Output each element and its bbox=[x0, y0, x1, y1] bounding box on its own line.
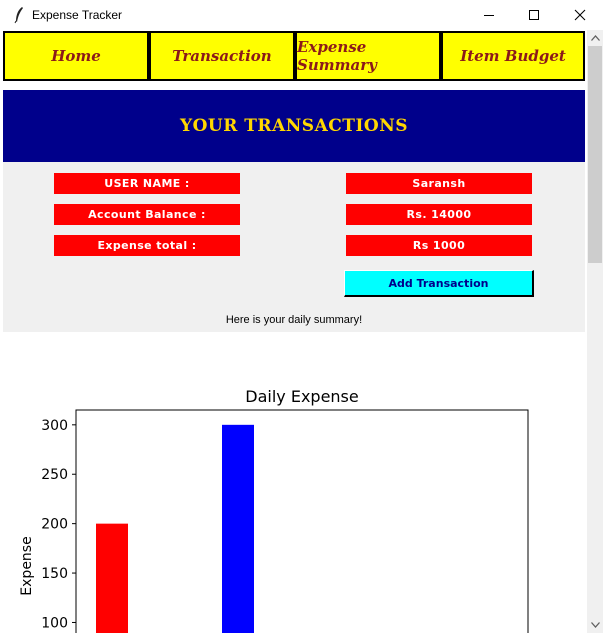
minimize-icon bbox=[484, 15, 494, 16]
page-banner: YOUR TRANSACTIONS bbox=[3, 90, 585, 162]
daily-expense-chart: Daily Expense 100 150 200 250 300 Expense bbox=[0, 332, 587, 633]
app-client-area: Home Transaction Expense Summary Item Bu… bbox=[0, 30, 587, 633]
username-value: Saransh bbox=[346, 173, 532, 194]
window-title: Expense Tracker bbox=[32, 8, 123, 22]
account-balance-label: Account Balance : bbox=[54, 204, 240, 225]
y-tick-label: 250 bbox=[41, 467, 68, 483]
maximize-button[interactable] bbox=[511, 0, 557, 30]
account-balance-value: Rs. 14000 bbox=[346, 204, 532, 225]
scroll-up-button[interactable] bbox=[587, 30, 603, 46]
nav-home-button[interactable]: Home bbox=[3, 31, 149, 81]
feather-icon bbox=[14, 7, 23, 24]
add-transaction-button[interactable]: Add Transaction bbox=[344, 270, 534, 297]
expense-total-value: Rs 1000 bbox=[346, 235, 532, 256]
nav-transaction-button[interactable]: Transaction bbox=[149, 31, 295, 81]
nav-bar: Home Transaction Expense Summary Item Bu… bbox=[3, 31, 585, 85]
scroll-down-button[interactable] bbox=[587, 617, 603, 633]
summary-caption: Here is your daily summary! bbox=[225, 314, 363, 326]
scroll-thumb[interactable] bbox=[588, 46, 602, 263]
y-tick-label: 150 bbox=[41, 566, 68, 582]
chart-svg: Daily Expense 100 150 200 250 300 Expense bbox=[19, 387, 529, 633]
y-axis-label: Expense bbox=[19, 536, 35, 595]
maximize-icon bbox=[529, 10, 539, 20]
y-tick-label: 200 bbox=[41, 517, 68, 533]
nav-expense-summary-button[interactable]: Expense Summary bbox=[295, 31, 441, 81]
y-tick-label: 300 bbox=[41, 418, 68, 434]
chart-bar bbox=[222, 424, 254, 633]
vertical-scrollbar[interactable] bbox=[587, 30, 603, 633]
close-icon bbox=[574, 9, 586, 21]
chart-bar bbox=[96, 523, 128, 633]
chevron-down-icon bbox=[590, 622, 600, 628]
minimize-button[interactable] bbox=[466, 0, 512, 30]
plot-frame bbox=[75, 409, 529, 633]
username-label: USER NAME : bbox=[54, 173, 240, 194]
chart-title: Daily Expense bbox=[245, 387, 358, 406]
title-bar: Expense Tracker bbox=[0, 0, 603, 30]
expense-total-label: Expense total : bbox=[54, 235, 240, 256]
nav-item-budget-button[interactable]: Item Budget bbox=[441, 31, 585, 81]
y-tick-label: 100 bbox=[41, 615, 68, 631]
account-info-panel: USER NAME : Saransh Account Balance : Rs… bbox=[3, 162, 585, 332]
page-title: YOUR TRANSACTIONS bbox=[179, 116, 409, 136]
chevron-up-icon bbox=[590, 35, 600, 41]
close-button[interactable] bbox=[557, 0, 603, 30]
